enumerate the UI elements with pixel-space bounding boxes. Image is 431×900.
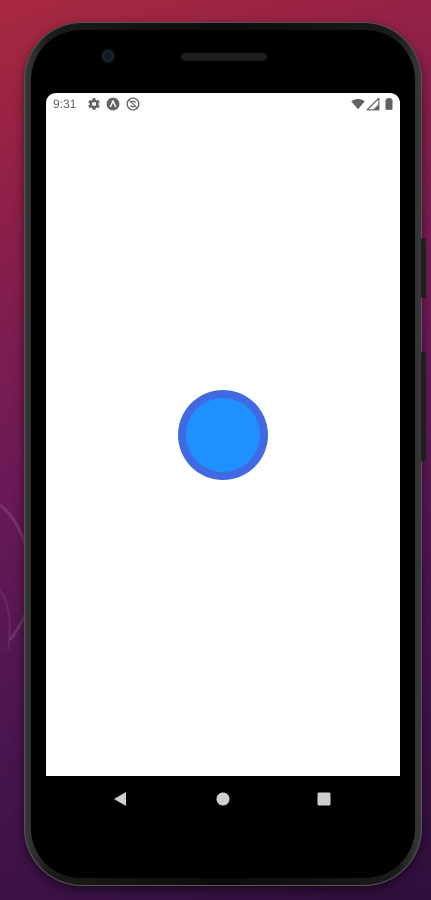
status-bar: 9:31 <box>46 93 400 115</box>
front-camera <box>102 50 114 62</box>
status-time: 9:31 <box>53 97 77 111</box>
power-button <box>421 352 426 462</box>
app-screen: 9:31 <box>46 93 400 776</box>
back-icon <box>114 792 126 806</box>
home-icon <box>216 792 230 806</box>
wifi-icon <box>351 98 365 110</box>
volume-button <box>421 238 426 298</box>
sync-disabled-icon <box>126 97 140 111</box>
signal-icon <box>366 97 380 111</box>
gear-icon <box>88 98 100 110</box>
record-button-inner-circle <box>186 398 260 472</box>
recents-icon <box>317 792 331 806</box>
navigation-bar <box>46 776 400 822</box>
earpiece-speaker <box>181 53 267 61</box>
home-button[interactable] <box>211 788 235 810</box>
battery-icon <box>385 98 393 110</box>
record-button[interactable] <box>178 390 268 480</box>
a-circle-icon <box>106 97 120 111</box>
back-button[interactable] <box>108 788 132 810</box>
recents-button[interactable] <box>312 788 336 810</box>
